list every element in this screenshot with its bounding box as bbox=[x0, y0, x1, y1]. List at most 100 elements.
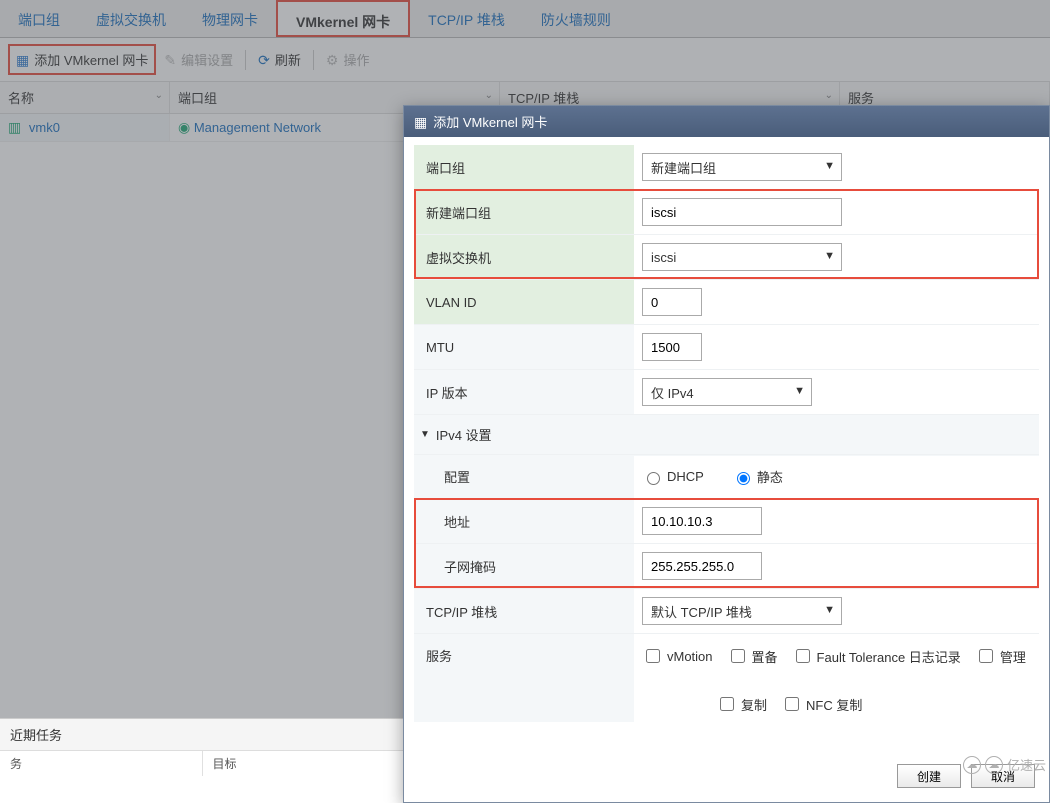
cell-name[interactable]: ▥ vmk0 bbox=[0, 114, 170, 141]
chevron-down-icon: ⌄ bbox=[825, 90, 833, 101]
refresh-icon: ⟳ bbox=[258, 53, 270, 67]
tab-physical-nics[interactable]: 物理网卡 bbox=[184, 0, 276, 37]
radio-static-label: 静态 bbox=[757, 467, 783, 486]
chk-management[interactable]: 管理 bbox=[975, 646, 1026, 666]
caret-down-icon: ▼ bbox=[420, 430, 430, 440]
row-services: 服务 vMotion 置备 Fault Tolerance 日志记录 管理 复制… bbox=[414, 633, 1039, 722]
add-vmkernel-dialog: ▦ 添加 VMkernel 网卡 端口组 新建端口组 ▼ 新建端口组 虚拟交换机 bbox=[403, 105, 1050, 803]
row-vswitch: 虚拟交换机 iscsi ▼ bbox=[414, 234, 1039, 279]
caret-down-icon: ▼ bbox=[824, 250, 835, 262]
chevron-down-icon: ⌄ bbox=[485, 90, 493, 101]
row-port-group: 端口组 新建端口组 ▼ bbox=[414, 145, 1039, 189]
cell-name-value: vmk0 bbox=[29, 120, 60, 135]
select-ip-version-value: 仅 IPv4 bbox=[651, 383, 694, 402]
section-ipv4[interactable]: ▼ IPv4 设置 bbox=[414, 414, 1039, 454]
col-name[interactable]: 名称 ⌄ bbox=[0, 82, 170, 113]
add-vmkernel-label: 添加 VMkernel 网卡 bbox=[34, 50, 148, 69]
label-tcpip: TCP/IP 堆栈 bbox=[414, 590, 634, 633]
select-vswitch-value: iscsi bbox=[651, 250, 676, 265]
actions-label: 操作 bbox=[343, 50, 369, 69]
dialog-body: 端口组 新建端口组 ▼ 新建端口组 虚拟交换机 iscsi bbox=[404, 137, 1049, 802]
row-subnet: 子网掩码 bbox=[414, 543, 1039, 588]
chk-vmotion[interactable]: vMotion bbox=[642, 646, 713, 666]
caret-down-icon: ▼ bbox=[824, 604, 835, 616]
dialog-title-bar[interactable]: ▦ 添加 VMkernel 网卡 bbox=[404, 106, 1049, 137]
tab-tcpip-stack[interactable]: TCP/IP 堆栈 bbox=[410, 0, 523, 37]
cloud-icon: ☁ bbox=[963, 756, 981, 774]
col-tcp-label: TCP/IP 堆栈 bbox=[508, 91, 579, 106]
label-ip-version: IP 版本 bbox=[414, 371, 634, 414]
row-tcpip-stack: TCP/IP 堆栈 默认 TCP/IP 堆栈 ▼ bbox=[414, 588, 1039, 633]
input-address[interactable] bbox=[642, 507, 762, 535]
section-ipv4-label: IPv4 设置 bbox=[436, 425, 492, 444]
label-vlan: VLAN ID bbox=[414, 283, 634, 322]
input-vlan[interactable] bbox=[642, 288, 702, 316]
chevron-down-icon: ⌄ bbox=[155, 90, 163, 101]
chk-replication[interactable]: 复制 bbox=[716, 694, 767, 714]
row-new-port-group: 新建端口组 bbox=[414, 189, 1039, 234]
tab-vmkernel-nics[interactable]: VMkernel 网卡 bbox=[276, 0, 410, 37]
select-tcpip-value: 默认 TCP/IP 堆栈 bbox=[651, 602, 752, 621]
create-button[interactable]: 创建 bbox=[897, 764, 961, 788]
nic-icon: ▦ bbox=[16, 53, 29, 67]
select-port-group[interactable]: 新建端口组 ▼ bbox=[642, 153, 842, 181]
select-tcpip-stack[interactable]: 默认 TCP/IP 堆栈 ▼ bbox=[642, 597, 842, 625]
row-vlan: VLAN ID bbox=[414, 279, 1039, 324]
input-mtu[interactable] bbox=[642, 333, 702, 361]
edit-settings-label: 编辑设置 bbox=[181, 50, 233, 69]
recent-tasks: 近期任务 务 目标 bbox=[0, 718, 405, 776]
watermark-text: 亿速云 bbox=[1007, 755, 1046, 774]
label-vswitch: 虚拟交换机 bbox=[414, 236, 634, 279]
select-port-group-value: 新建端口组 bbox=[651, 158, 716, 177]
cell-pg-value: Management Network bbox=[194, 120, 321, 135]
edit-settings-button[interactable]: ✎ 编辑设置 bbox=[156, 46, 241, 73]
label-new-port-group: 新建端口组 bbox=[414, 191, 634, 234]
select-vswitch[interactable]: iscsi ▼ bbox=[642, 243, 842, 271]
col-pg-label: 端口组 bbox=[178, 91, 217, 106]
gear-icon: ⚙ bbox=[326, 53, 339, 67]
input-new-port-group[interactable] bbox=[642, 198, 842, 226]
row-mtu: MTU bbox=[414, 324, 1039, 369]
select-ip-version[interactable]: 仅 IPv4 ▼ bbox=[642, 378, 812, 406]
tab-virtual-switches[interactable]: 虚拟交换机 bbox=[78, 0, 184, 37]
label-port-group: 端口组 bbox=[414, 146, 634, 189]
label-mtu: MTU bbox=[414, 328, 634, 367]
row-ip-version: IP 版本 仅 IPv4 ▼ bbox=[414, 369, 1039, 414]
add-vmkernel-button[interactable]: ▦ 添加 VMkernel 网卡 bbox=[8, 44, 156, 75]
chk-nfc-replication[interactable]: NFC 复制 bbox=[781, 694, 862, 714]
label-address: 地址 bbox=[414, 500, 634, 543]
col-name-label: 名称 bbox=[8, 91, 34, 106]
separator bbox=[313, 50, 314, 70]
dialog-title: 添加 VMkernel 网卡 bbox=[433, 112, 547, 131]
cloud-icon: ☁ bbox=[985, 756, 1003, 774]
radio-static[interactable]: 静态 bbox=[732, 467, 783, 486]
tasks-col-task[interactable]: 务 bbox=[0, 751, 203, 776]
network-icon: ◉ bbox=[178, 119, 190, 135]
radio-dhcp[interactable]: DHCP bbox=[642, 469, 704, 485]
label-services: 服务 bbox=[414, 634, 634, 677]
tab-bar: 端口组 虚拟交换机 物理网卡 VMkernel 网卡 TCP/IP 堆栈 防火墙… bbox=[0, 0, 1050, 38]
col-svc-label: 服务 bbox=[848, 91, 874, 106]
chk-ft-log[interactable]: Fault Tolerance 日志记录 bbox=[792, 646, 961, 666]
recent-tasks-title[interactable]: 近期任务 bbox=[0, 719, 405, 751]
row-address: 地址 bbox=[414, 498, 1039, 543]
refresh-button[interactable]: ⟳ 刷新 bbox=[250, 46, 309, 73]
caret-down-icon: ▼ bbox=[794, 385, 805, 397]
label-config: 配置 bbox=[414, 455, 634, 498]
row-config: 配置 DHCP 静态 bbox=[414, 454, 1039, 498]
chk-provision[interactable]: 置备 bbox=[727, 646, 778, 666]
tasks-col-target[interactable]: 目标 bbox=[203, 751, 406, 776]
vmk-icon: ▥ bbox=[8, 119, 21, 135]
caret-down-icon: ▼ bbox=[824, 160, 835, 172]
refresh-label: 刷新 bbox=[275, 50, 301, 69]
label-subnet: 子网掩码 bbox=[414, 545, 634, 588]
tab-firewall-rules[interactable]: 防火墙规则 bbox=[523, 0, 629, 37]
nic-icon: ▦ bbox=[414, 115, 427, 129]
watermark: ☁ ☁ 亿速云 bbox=[963, 755, 1046, 774]
radio-dhcp-label: DHCP bbox=[667, 469, 704, 484]
pencil-icon: ✎ bbox=[164, 53, 176, 67]
actions-button[interactable]: ⚙ 操作 bbox=[318, 46, 378, 73]
tab-port-groups[interactable]: 端口组 bbox=[0, 0, 78, 37]
input-subnet[interactable] bbox=[642, 552, 762, 580]
separator bbox=[245, 50, 246, 70]
